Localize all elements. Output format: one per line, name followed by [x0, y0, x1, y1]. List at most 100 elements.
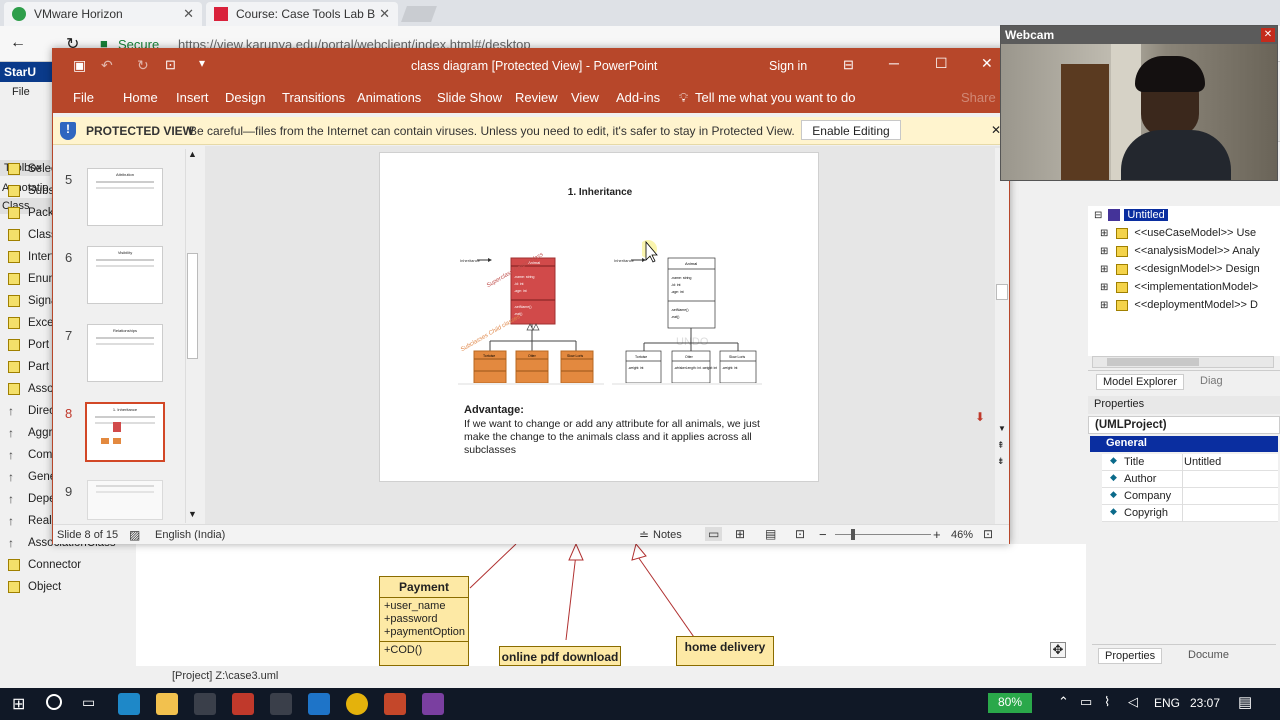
network-icon[interactable]: ⌇	[1104, 694, 1110, 710]
move-icon[interactable]: ✥	[1050, 642, 1066, 658]
zoom-in-icon[interactable]: +	[933, 527, 941, 542]
diagram-canvas[interactable]: Payment +user_name +password +paymentOpt…	[136, 544, 1086, 666]
close-icon[interactable]: ✕	[183, 6, 194, 22]
tab-course[interactable]: Course: Case Tools Lab B ✕	[206, 2, 398, 26]
tree-root[interactable]: ⊟ Untitled	[1094, 206, 1168, 224]
payment-class[interactable]: Payment +user_name +password +paymentOpt…	[379, 576, 469, 666]
tab-review[interactable]: Review	[515, 90, 558, 105]
expand-icon[interactable]: ⊞	[1100, 228, 1108, 239]
tab-diagram[interactable]: Diag	[1200, 375, 1223, 387]
zoom-level[interactable]: 46%	[951, 529, 973, 541]
tab-file[interactable]: File	[73, 90, 94, 105]
zoom-thumb[interactable]	[851, 529, 855, 540]
zoom-slider[interactable]	[835, 534, 931, 535]
tab-add-ins[interactable]: Add-ins	[616, 90, 660, 105]
editor-scrollbar[interactable]: ▼ ⇞ ⇟	[995, 148, 1009, 524]
ribbon-display-icon[interactable]: ⊟	[843, 57, 854, 73]
normal-view-icon[interactable]: ▭	[705, 527, 723, 541]
mail-icon[interactable]	[270, 693, 292, 715]
new-tab-button[interactable]	[401, 6, 437, 22]
sign-in-link[interactable]: Sign in	[769, 59, 807, 73]
fit-slide-icon[interactable]: ⊡	[983, 527, 993, 541]
clock[interactable]: 23:07	[1190, 696, 1220, 710]
reading-view-icon[interactable]: ▤	[765, 527, 776, 541]
back-icon[interactable]: ←	[10, 34, 26, 52]
chrome-icon[interactable]	[346, 693, 368, 715]
slide-sorter-icon[interactable]: ⊞	[735, 527, 745, 541]
tab-slide-show[interactable]: Slide Show	[437, 90, 502, 105]
staruml-icon[interactable]	[422, 693, 444, 715]
task-view-icon[interactable]: ▭	[82, 694, 95, 711]
toolbox-item[interactable]: Object	[0, 576, 136, 598]
property-value[interactable]: Untitled	[1184, 456, 1221, 468]
notes-button[interactable]: Notes	[653, 529, 682, 541]
tree-item[interactable]: ⊞ <<designModel>> Design	[1100, 260, 1260, 278]
powerpoint-icon[interactable]	[384, 693, 406, 715]
thumbs-scrollbar[interactable]: ▲ ▼	[185, 149, 199, 523]
cortana-icon[interactable]	[46, 694, 62, 710]
pdf-class[interactable]: online pdf download	[499, 646, 621, 666]
volume-icon[interactable]: ◁	[1128, 694, 1138, 710]
tab-transitions[interactable]: Transitions	[282, 90, 345, 105]
store-icon[interactable]	[194, 693, 216, 715]
tab-properties[interactable]: Properties	[1098, 648, 1163, 664]
tab-animations[interactable]: Animations	[357, 90, 421, 105]
close-icon[interactable]: ✕	[1261, 28, 1275, 42]
save-icon[interactable]: ▣	[73, 57, 86, 74]
minimize-icon[interactable]: ─	[889, 55, 899, 71]
close-icon[interactable]: ✕	[379, 6, 390, 22]
slide-thumbnail[interactable]	[87, 480, 163, 520]
tree-item[interactable]: ⊞ <<deploymentModel>> D	[1100, 296, 1258, 314]
tab-insert[interactable]: Insert	[176, 90, 209, 105]
general-section[interactable]: General	[1090, 436, 1278, 452]
tab-vmware[interactable]: VMware Horizon ✕	[4, 2, 202, 26]
edge-icon[interactable]	[308, 693, 330, 715]
windows-start-icon[interactable]: ⊞	[12, 694, 25, 714]
lync-icon[interactable]	[118, 693, 140, 715]
battery-icon[interactable]: ▭	[1080, 694, 1092, 710]
spellcheck-icon[interactable]: ▨	[129, 528, 140, 542]
expand-icon[interactable]: ⊞	[1100, 264, 1108, 275]
expand-icon[interactable]: ⊞	[1100, 246, 1108, 257]
redo-icon[interactable]: ↻	[137, 57, 149, 74]
tab-documentation[interactable]: Docume	[1188, 649, 1229, 661]
enable-editing-button[interactable]: Enable Editing	[801, 120, 901, 140]
battery-indicator[interactable]: 80%	[988, 693, 1032, 713]
slideshow-icon[interactable]: ⊡	[795, 527, 805, 541]
show-hidden-icon[interactable]: ⌃	[1058, 694, 1069, 710]
close-icon[interactable]: ✕	[981, 55, 993, 72]
staruml-menu-file[interactable]: File	[12, 86, 30, 98]
current-slide[interactable]: 1. Inheritance Inheritance Animal -name:…	[379, 152, 819, 482]
tree-item[interactable]: ⊞ <<analysisModel>> Analy	[1100, 242, 1260, 260]
language-indicator[interactable]: ENG	[1154, 696, 1180, 710]
tab-home[interactable]: Home	[123, 90, 158, 105]
slide-thumbnail[interactable]: Relationships	[87, 324, 163, 382]
property-row[interactable]: ◆ Company	[1102, 488, 1278, 505]
file-explorer-icon[interactable]	[156, 693, 178, 715]
app-icon[interactable]	[232, 693, 254, 715]
slide-thumbnail[interactable]: 1. Inheritance	[85, 402, 165, 462]
tell-me-search[interactable]: Tell me what you want to do	[695, 90, 855, 105]
tree-item[interactable]: ⊞ <<useCaseModel>> Use	[1100, 224, 1256, 242]
zoom-out-icon[interactable]: −	[819, 527, 827, 542]
share-button[interactable]: Share	[961, 90, 996, 105]
tab-model-explorer[interactable]: Model Explorer	[1096, 374, 1184, 390]
toolbox-item[interactable]: Connector	[0, 554, 136, 576]
expand-icon[interactable]: ⊞	[1100, 300, 1108, 311]
undo-icon[interactable]: ↶	[101, 57, 113, 74]
present-icon[interactable]: ⊡	[165, 57, 176, 73]
property-row[interactable]: ◆ Author	[1102, 471, 1278, 488]
slide-thumbnail[interactable]: Visibility	[87, 246, 163, 304]
tree-item[interactable]: ⊞ <<implementationModel>	[1100, 278, 1258, 296]
tab-view[interactable]: View	[571, 90, 599, 105]
home-delivery-class[interactable]: home delivery	[676, 636, 774, 666]
qat-dropdown-icon[interactable]: ▾	[199, 56, 205, 70]
property-row[interactable]: ◆ Copyrigh	[1102, 505, 1278, 522]
slide-thumbnail[interactable]: Attribution	[87, 168, 163, 226]
expand-icon[interactable]: ⊞	[1100, 282, 1108, 293]
tree-scrollbar[interactable]	[1092, 356, 1274, 368]
language-label[interactable]: English (India)	[155, 529, 225, 541]
tab-design[interactable]: Design	[225, 90, 265, 105]
maximize-icon[interactable]: ☐	[935, 55, 948, 72]
property-row[interactable]: ◆ Title Untitled	[1102, 454, 1278, 471]
